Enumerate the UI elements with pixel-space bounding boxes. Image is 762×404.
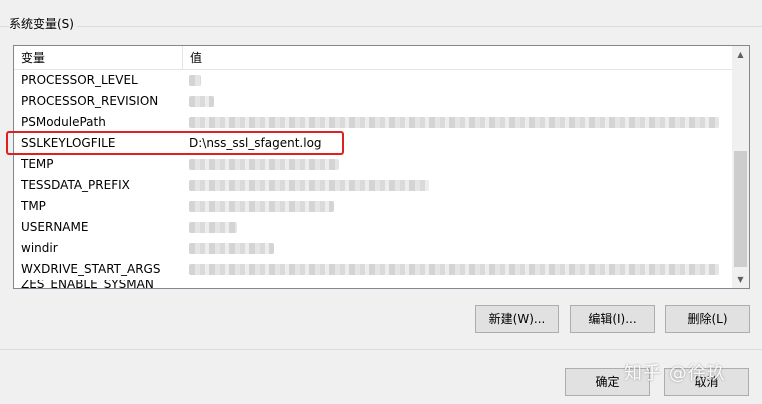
variable-name: TEMP	[21, 157, 54, 171]
variable-name: WXDRIVE_START_ARGS	[21, 262, 161, 276]
list-rows: PROCESSOR_LEVEL PROCESSOR_REVISION PSMod…	[14, 70, 734, 289]
redacted-value	[189, 243, 274, 254]
watermark-text: 知乎 @徐玖	[624, 363, 726, 384]
system-variables-label: 系统变量(S)	[9, 17, 77, 31]
table-row-processor-level[interactable]: PROCESSOR_LEVEL	[14, 70, 734, 91]
delete-button[interactable]: 删除(L)	[665, 305, 750, 333]
scrollbar-thumb[interactable]	[734, 151, 747, 267]
variable-name: PROCESSOR_REVISION	[21, 94, 159, 108]
variable-name: TESSDATA_PREFIX	[21, 178, 130, 192]
redacted-value	[189, 180, 429, 191]
redacted-value	[189, 75, 201, 86]
highlight-annotation-box	[6, 131, 344, 155]
table-row-wxdrive-start-args[interactable]: WXDRIVE_START_ARGS	[14, 259, 734, 280]
column-header-variable[interactable]: 变量	[14, 46, 183, 70]
redacted-value	[189, 201, 334, 212]
redacted-value	[189, 117, 719, 128]
variable-name: windir	[21, 241, 58, 255]
variable-name: ZES_ENABLE_SYSMAN	[21, 280, 154, 289]
table-row-psmodulepath[interactable]: PSModulePath	[14, 112, 734, 133]
chevron-up-icon[interactable]: ▲	[732, 46, 749, 63]
system-variables-list[interactable]: 变量 值 PROCESSOR_LEVEL PROCESSOR_REVISION …	[13, 45, 750, 289]
list-header: 变量 值	[14, 46, 734, 70]
variable-name: PROCESSOR_LEVEL	[21, 73, 138, 87]
chevron-down-icon[interactable]: ▼	[732, 271, 749, 288]
variable-name: TMP	[21, 199, 46, 213]
redacted-value	[189, 264, 719, 275]
table-row-tessdata-prefix[interactable]: TESSDATA_PREFIX	[14, 175, 734, 196]
table-row-windir[interactable]: windir	[14, 238, 734, 259]
redacted-value	[189, 222, 237, 233]
redacted-value	[189, 96, 214, 107]
redacted-value	[189, 159, 339, 170]
table-row-username[interactable]: USERNAME	[14, 217, 734, 238]
column-header-value[interactable]: 值	[183, 46, 734, 70]
table-row-processor-revision[interactable]: PROCESSOR_REVISION	[14, 91, 734, 112]
new-button[interactable]: 新建(W)...	[475, 305, 559, 333]
vertical-scrollbar[interactable]: ▲ ▼	[732, 46, 749, 288]
table-row-zes-enable-sysman[interactable]: ZES_ENABLE_SYSMAN	[14, 280, 734, 289]
edit-button[interactable]: 编辑(I)...	[570, 305, 655, 333]
variable-name: USERNAME	[21, 220, 89, 234]
table-row-temp[interactable]: TEMP	[14, 154, 734, 175]
variable-name: PSModulePath	[21, 115, 106, 129]
table-row-tmp[interactable]: TMP	[14, 196, 734, 217]
